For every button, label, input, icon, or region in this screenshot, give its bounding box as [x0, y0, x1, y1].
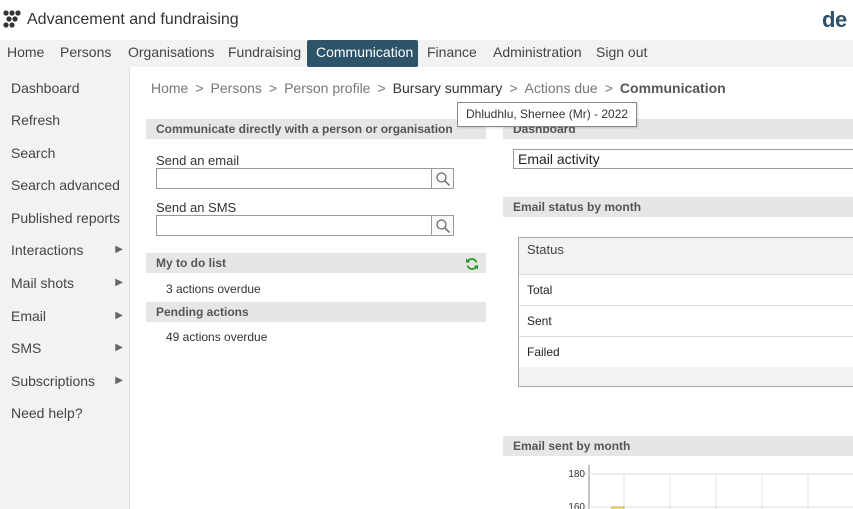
nav-home[interactable]: Home — [1, 40, 50, 67]
sidebar-item-mail-shots[interactable]: Mail shots ▶ — [11, 275, 123, 291]
app-title: Advancement and fundraising — [27, 11, 239, 28]
todo-overdue-link[interactable]: 3 actions overdue — [166, 282, 261, 296]
breadcrumb-bursary-summary[interactable]: Bursary summary — [393, 80, 503, 96]
sidebar-item-sms[interactable]: SMS ▶ — [11, 340, 123, 356]
email-status-table: Status Total Sent Failed — [518, 237, 853, 387]
chevron-right-icon: ▶ — [115, 277, 123, 288]
breadcrumb-separator: > — [268, 80, 278, 96]
chevron-right-icon: ▶ — [115, 310, 123, 321]
send-sms-input[interactable] — [156, 215, 432, 236]
nav-fundraising[interactable]: Fundraising — [222, 40, 307, 67]
y-tick-label: 180 — [568, 469, 585, 480]
search-icon — [436, 172, 450, 186]
sms-search-button[interactable] — [432, 215, 454, 236]
breadcrumb-persons[interactable]: Persons — [211, 80, 262, 96]
table-footer — [519, 367, 853, 386]
breadcrumb-actions-due[interactable]: Actions due — [525, 80, 598, 96]
chevron-right-icon: ▶ — [115, 375, 123, 386]
sidebar-item-label: Search advanced — [11, 177, 120, 193]
breadcrumb-separator: > — [195, 80, 204, 96]
sidebar: Dashboard Refresh Search Search advanced… — [0, 67, 130, 509]
sidebar-item-label: Dashboard — [11, 80, 80, 96]
sidebar-item-email[interactable]: Email ▶ — [11, 308, 123, 324]
sidebar-item-subscriptions[interactable]: Subscriptions ▶ — [11, 373, 123, 389]
email-status-section-header: Email status by month — [503, 197, 853, 217]
sidebar-item-interactions[interactable]: Interactions ▶ — [11, 242, 123, 258]
table-row: Total — [519, 275, 853, 306]
brand-logo: de — [822, 7, 847, 32]
email-sent-section-header: Email sent by month — [503, 436, 853, 456]
breadcrumb: Home > Persons > Person profile > Bursary summ… — [151, 80, 726, 96]
main-nav: Home Persons Organisations Fundraising C… — [0, 40, 853, 67]
sidebar-item-need-help[interactable]: Need help? — [11, 405, 123, 421]
nav-administration[interactable]: Administration — [487, 40, 588, 67]
nav-organisations[interactable]: Organisations — [122, 40, 220, 67]
email-search-button[interactable] — [432, 168, 454, 189]
sidebar-item-label: Published reports — [11, 210, 120, 226]
top-header: Advancement and fundraising de — [0, 0, 853, 40]
sidebar-item-label: Need help? — [11, 405, 83, 421]
sidebar-item-label: Refresh — [11, 112, 61, 128]
sidebar-item-published-reports[interactable]: Published reports — [11, 210, 123, 226]
table-row: Sent — [519, 306, 853, 337]
chevron-right-icon: ▶ — [115, 342, 123, 353]
status-column-header: Status — [519, 238, 853, 275]
refresh-icon[interactable] — [465, 257, 479, 271]
sidebar-item-search[interactable]: Search — [11, 145, 123, 161]
tooltip: Dhludhlu, Shernee (Mr) - 2022 — [457, 102, 637, 127]
breadcrumb-separator: > — [509, 80, 518, 96]
todo-section-header: My to do list — [146, 253, 486, 273]
breadcrumb-separator: > — [604, 80, 613, 96]
communicate-section-header: Communicate directly with a person or or… — [146, 119, 486, 139]
sidebar-item-label: Subscriptions — [11, 373, 96, 389]
y-tick-label: 160 — [568, 502, 585, 509]
sidebar-item-label: Mail shots — [11, 275, 75, 291]
breadcrumb-current: Communication — [619, 80, 726, 96]
table-row: Failed — [527, 345, 560, 359]
nav-persons[interactable]: Persons — [54, 40, 117, 67]
pending-overdue-link[interactable]: 49 actions overdue — [166, 330, 267, 344]
dashboard-select[interactable]: Email activity — [513, 149, 853, 169]
sidebar-item-label: Search — [11, 145, 56, 161]
send-sms-label: Send an SMS — [156, 200, 237, 215]
nav-communication[interactable]: Communication — [307, 40, 418, 67]
send-email-label: Send an email — [156, 153, 240, 168]
nav-sign-out[interactable]: Sign out — [590, 40, 653, 67]
pending-section-header: Pending actions — [146, 302, 486, 322]
chevron-right-icon: ▶ — [115, 244, 123, 255]
breadcrumb-home[interactable]: Home — [151, 80, 188, 96]
breadcrumb-person-profile[interactable]: Person profile — [284, 80, 370, 96]
sidebar-item-label: Interactions — [11, 242, 84, 258]
breadcrumb-separator: > — [377, 80, 386, 96]
sidebar-item-dashboard[interactable]: Dashboard — [11, 80, 123, 96]
nav-finance[interactable]: Finance — [421, 40, 483, 67]
sidebar-item-label: SMS — [11, 340, 42, 356]
sidebar-item-label: Email — [11, 308, 47, 324]
sidebar-item-search-advanced[interactable]: Search advanced — [11, 177, 123, 193]
search-icon — [436, 219, 450, 233]
sidebar-item-refresh[interactable]: Refresh — [11, 112, 123, 128]
send-email-input[interactable] — [156, 168, 432, 189]
app-logo-icon — [3, 10, 21, 28]
email-sent-chart: 180 160 — [568, 465, 853, 509]
